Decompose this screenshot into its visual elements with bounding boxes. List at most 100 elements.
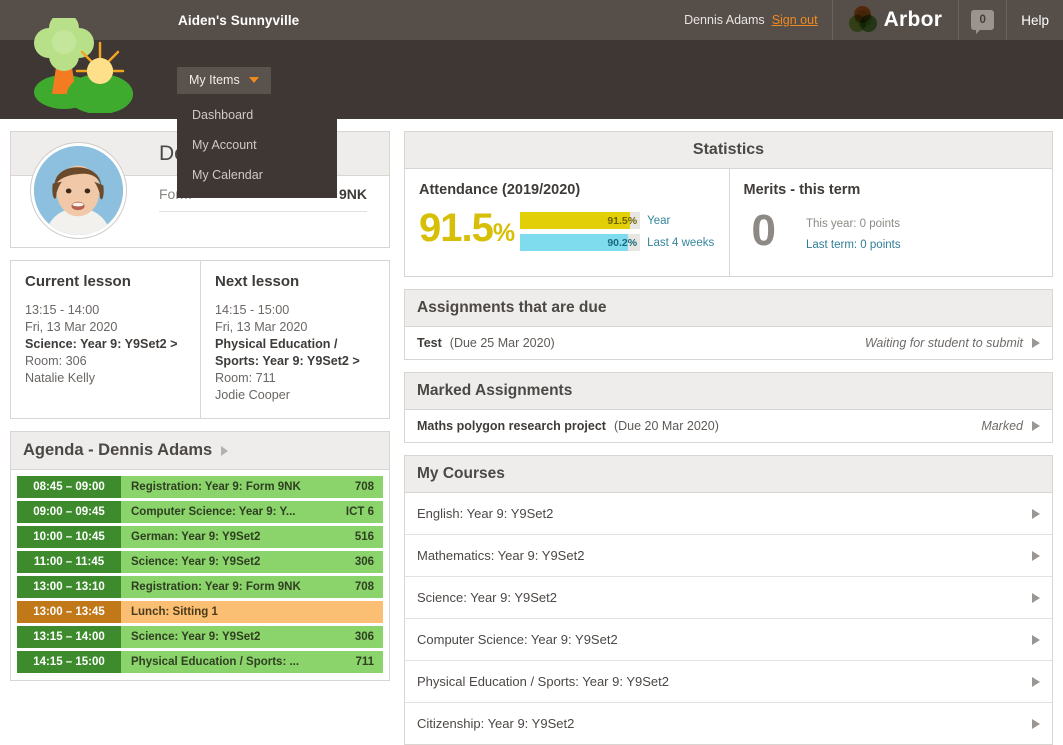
agenda-row-label: German: Year 9: Y9Set2: [131, 531, 261, 543]
agenda-row-time: 13:00 – 13:45: [17, 601, 121, 623]
chevron-down-icon: [248, 77, 259, 83]
course-row-citizenship[interactable]: Citizenship: Year 9: Y9Set2: [405, 703, 1052, 744]
agenda-row-time: 09:00 – 09:45: [17, 501, 121, 523]
statistics-title: Statistics: [405, 132, 1052, 169]
agenda-row[interactable]: 08:45 – 09:00 Registration: Year 9: Form…: [17, 476, 383, 498]
play-triangle-icon: [1032, 550, 1040, 561]
menu-item-my-calendar[interactable]: My Calendar: [177, 160, 337, 190]
arbor-wordmark: Arbor: [883, 8, 943, 31]
agenda-row[interactable]: 11:00 – 11:45 Science: Year 9: Y9Set2 306: [17, 551, 383, 573]
agenda-row-label: Registration: Year 9: Form 9NK: [131, 481, 301, 493]
assignment-row[interactable]: Maths polygon research project (Due 20 M…: [405, 410, 1052, 442]
notification-count-badge: 0: [971, 10, 995, 34]
agenda-list: 08:45 – 09:00 Registration: Year 9: Form…: [11, 470, 389, 680]
play-triangle-icon: [1032, 508, 1040, 519]
agenda-row-label: Registration: Year 9: Form 9NK: [131, 581, 301, 593]
play-triangle-icon: [1032, 634, 1040, 645]
right-column: Statistics Attendance (2019/2020) 91.5% …: [404, 131, 1053, 745]
menu-item-dashboard[interactable]: Dashboard: [177, 100, 337, 130]
assignment-row[interactable]: Test (Due 25 Mar 2020) Waiting for stude…: [405, 327, 1052, 359]
agenda-row-room: ICT 6: [345, 506, 374, 518]
my-courses-title: My Courses: [405, 456, 1052, 493]
statistics-panel: Statistics Attendance (2019/2020) 91.5% …: [404, 131, 1053, 277]
school-logo-icon: [34, 18, 133, 113]
course-row-science[interactable]: Science: Year 9: Y9Set2: [405, 577, 1052, 619]
page-body: Den Form 9NK: [0, 119, 1063, 745]
attendance-bar-last4weeks: 90.2% Last 4 weeks: [520, 234, 714, 251]
course-label: Mathematics: Year 9: Y9Set2: [417, 548, 585, 563]
assignment-due-date: (Due 25 Mar 2020): [449, 336, 555, 350]
merits-this-year: This year: 0 points: [805, 218, 900, 230]
next-lesson-teacher: Jodie Cooper: [215, 388, 290, 402]
assignments-due-panel: Assignments that are due Test (Due 25 Ma…: [404, 289, 1053, 360]
my-items-dropdown-menu: Dashboard My Account My Calendar: [177, 96, 337, 198]
left-column: Den Form 9NK: [10, 131, 390, 682]
current-lesson-teacher: Natalie Kelly: [25, 371, 95, 385]
current-lesson-card: Current lesson 13:15 - 14:00 Fri, 13 Mar…: [11, 261, 200, 418]
agenda-row-room: 306: [354, 631, 374, 643]
notifications-button[interactable]: 0: [959, 0, 1008, 40]
agenda-row[interactable]: 13:15 – 14:00 Science: Year 9: Y9Set2 306: [17, 626, 383, 648]
attendance-bar-value: 90.2%: [607, 236, 638, 249]
agenda-row-lunch[interactable]: 13:00 – 13:45 Lunch: Sitting 1: [17, 601, 383, 623]
sign-out-link[interactable]: Sign out: [772, 13, 818, 27]
agenda-row-room: 708: [354, 481, 374, 493]
current-lesson-time: 13:15 - 14:00: [25, 303, 100, 317]
my-items-menu-button[interactable]: My Items: [177, 67, 271, 94]
menu-item-my-account[interactable]: My Account: [177, 130, 337, 160]
agenda-row[interactable]: 13:00 – 13:10 Registration: Year 9: Form…: [17, 576, 383, 598]
attendance-bar-year: 91.5% Year: [520, 212, 714, 229]
current-lesson-title: Current lesson: [25, 273, 131, 290]
my-courses-panel: My Courses English: Year 9: Y9Set2 Mathe…: [404, 455, 1053, 745]
agenda-row-label: Science: Year 9: Y9Set2: [131, 556, 261, 568]
merits-last-term-link[interactable]: Last term: 0 points: [806, 239, 901, 251]
arbor-brand[interactable]: Arbor: [833, 0, 960, 40]
course-row-mathematics[interactable]: Mathematics: Year 9: Y9Set2: [405, 535, 1052, 577]
user-block: Dennis Adams Sign out: [674, 0, 833, 40]
agenda-title: Agenda - Dennis Adams: [23, 441, 213, 459]
agenda-row-time: 13:15 – 14:00: [17, 626, 121, 648]
agenda-row[interactable]: 10:00 – 10:45 German: Year 9: Y9Set2 516: [17, 526, 383, 548]
help-link[interactable]: Help: [1007, 0, 1063, 40]
assignment-name: Maths polygon research project: [417, 419, 606, 433]
attendance-bars: 91.5% Year 90.2% Last 4 weeks: [520, 208, 714, 256]
next-lesson-title: Next lesson: [215, 273, 300, 290]
play-triangle-icon: [1032, 718, 1040, 729]
play-triangle-icon: [1032, 592, 1040, 603]
assignment-status: Waiting for student to submit: [864, 336, 1023, 350]
attendance-headline: 91.5%: [419, 206, 515, 250]
course-label: Computer Science: Year 9: Y9Set2: [417, 632, 618, 647]
assignments-due-title: Assignments that are due: [405, 290, 1052, 327]
agenda-row-label: Physical Education / Sports: ...: [131, 656, 300, 668]
course-label: English: Year 9: Y9Set2: [417, 506, 554, 521]
play-triangle-icon: [1032, 421, 1040, 431]
course-label: Science: Year 9: Y9Set2: [417, 590, 557, 605]
arbor-logo-icon: [848, 6, 877, 34]
assignment-name: Test: [417, 336, 442, 350]
play-triangle-icon: [1032, 338, 1040, 348]
merits-card: Merits - this term 0 This year: 0 points…: [728, 169, 1053, 276]
next-lesson-date: Fri, 13 Mar 2020: [215, 320, 308, 334]
current-lesson-date: Fri, 13 Mar 2020: [25, 320, 118, 334]
avatar: [31, 143, 126, 238]
agenda-row-room: 708: [354, 581, 374, 593]
marked-assignments-panel: Marked Assignments Maths polygon researc…: [404, 372, 1053, 443]
course-label: Citizenship: Year 9: Y9Set2: [417, 716, 575, 731]
agenda-row-label: Computer Science: Year 9: Y...: [131, 506, 296, 518]
play-triangle-icon: [221, 445, 229, 456]
agenda-row-label: Science: Year 9: Y9Set2: [131, 631, 261, 643]
secondary-nav-bar: My Items: [0, 18, 1063, 119]
agenda-header[interactable]: Agenda - Dennis Adams: [11, 432, 389, 470]
agenda-row[interactable]: 09:00 – 09:45 Computer Science: Year 9: …: [17, 501, 383, 523]
course-row-english[interactable]: English: Year 9: Y9Set2: [405, 493, 1052, 535]
next-lesson-course-link[interactable]: Physical Education / Sports: Year 9: Y9S…: [215, 336, 375, 370]
agenda-row[interactable]: 14:15 – 15:00 Physical Education / Sport…: [17, 651, 383, 673]
course-row-computer-science[interactable]: Computer Science: Year 9: Y9Set2: [405, 619, 1052, 661]
next-lesson-room: Room: 711: [215, 371, 276, 385]
attendance-card: Attendance (2019/2020) 91.5% 91.5% Year …: [405, 169, 729, 276]
agenda-row-label: Lunch: Sitting 1: [131, 606, 218, 618]
current-lesson-course-link[interactable]: Science: Year 9: Y9Set2 >: [25, 336, 186, 353]
agenda-panel: Agenda - Dennis Adams 08:45 – 09:00 Regi…: [10, 431, 390, 681]
course-row-physical-education[interactable]: Physical Education / Sports: Year 9: Y9S…: [405, 661, 1052, 703]
agenda-row-time: 14:15 – 15:00: [17, 651, 121, 673]
